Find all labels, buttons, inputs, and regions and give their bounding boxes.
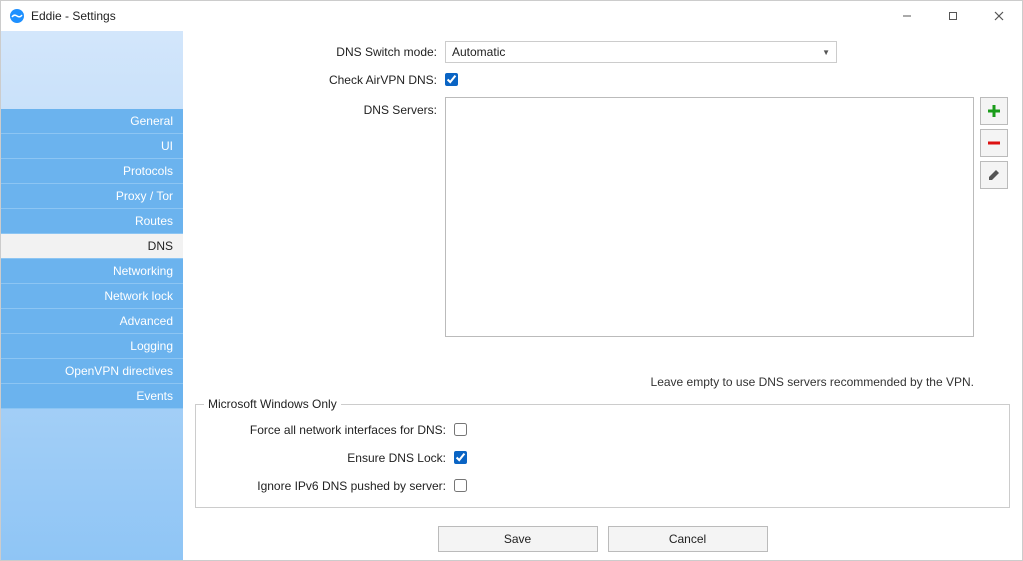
- check-airvpn-dns-checkbox[interactable]: [445, 73, 458, 86]
- row-check-airvpn-dns: Check AirVPN DNS:: [195, 69, 1010, 91]
- content-area: DNS Switch mode: Automatic ▼ Check AirVP…: [183, 31, 1022, 560]
- label-check-airvpn-dns: Check AirVPN DNS:: [195, 69, 445, 91]
- row-dns-servers: DNS Servers:: [195, 97, 1010, 365]
- sidebar-item-proxy-tor[interactable]: Proxy / Tor: [1, 184, 183, 209]
- row-dns-switch-mode: DNS Switch mode: Automatic ▼: [195, 41, 1010, 63]
- close-button[interactable]: [976, 1, 1022, 31]
- add-dns-button[interactable]: [980, 97, 1008, 125]
- chevron-down-icon: ▼: [822, 48, 830, 57]
- sidebar-item-advanced[interactable]: Advanced: [1, 309, 183, 334]
- cancel-button[interactable]: Cancel: [608, 526, 768, 552]
- row-force-all-interfaces: Force all network interfaces for DNS:: [204, 419, 1001, 441]
- edit-icon: [986, 167, 1002, 183]
- sidebar-item-network-lock[interactable]: Network lock: [1, 284, 183, 309]
- maximize-button[interactable]: [930, 1, 976, 31]
- sidebar-item-openvpn-directives[interactable]: OpenVPN directives: [1, 359, 183, 384]
- label-force-all-interfaces: Force all network interfaces for DNS:: [204, 419, 454, 441]
- dns-server-buttons: [980, 97, 1010, 189]
- minimize-button[interactable]: [884, 1, 930, 31]
- dns-form: DNS Switch mode: Automatic ▼ Check AirVP…: [195, 41, 1010, 518]
- sidebar-item-ui[interactable]: UI: [1, 134, 183, 159]
- app-icon: [9, 8, 25, 24]
- row-ignore-ipv6: Ignore IPv6 DNS pushed by server:: [204, 475, 1001, 497]
- sidebar-item-general[interactable]: General: [1, 109, 183, 134]
- button-bar: Save Cancel: [195, 518, 1010, 560]
- edit-dns-button[interactable]: [980, 161, 1008, 189]
- sidebar-item-networking[interactable]: Networking: [1, 259, 183, 284]
- dns-servers-list[interactable]: [445, 97, 974, 337]
- sidebar-item-protocols[interactable]: Protocols: [1, 159, 183, 184]
- sidebar: GeneralUIProtocolsProxy / TorRoutesDNSNe…: [1, 31, 183, 560]
- save-button[interactable]: Save: [438, 526, 598, 552]
- dns-switch-mode-value: Automatic: [452, 45, 505, 59]
- label-dns-servers: DNS Servers:: [195, 97, 445, 121]
- ensure-dns-lock-checkbox[interactable]: [454, 451, 467, 464]
- titlebar: Eddie - Settings: [1, 1, 1022, 31]
- label-ignore-ipv6: Ignore IPv6 DNS pushed by server:: [204, 475, 454, 497]
- sidebar-item-routes[interactable]: Routes: [1, 209, 183, 234]
- windows-only-legend: Microsoft Windows Only: [204, 397, 341, 411]
- sidebar-item-dns[interactable]: DNS: [1, 234, 183, 259]
- sidebar-item-events[interactable]: Events: [1, 384, 183, 409]
- remove-dns-button[interactable]: [980, 129, 1008, 157]
- remove-icon: [986, 135, 1002, 151]
- add-icon: [986, 103, 1002, 119]
- settings-window: Eddie - Settings GeneralUIProtocolsProxy…: [0, 0, 1023, 561]
- label-ensure-dns-lock: Ensure DNS Lock:: [204, 447, 454, 469]
- dns-servers-hint: Leave empty to use DNS servers recommend…: [195, 375, 974, 389]
- windows-only-group: Microsoft Windows Only Force all network…: [195, 397, 1010, 508]
- dns-switch-mode-select[interactable]: Automatic ▼: [445, 41, 837, 63]
- window-title: Eddie - Settings: [31, 9, 884, 23]
- label-dns-switch-mode: DNS Switch mode:: [195, 41, 445, 63]
- force-all-interfaces-checkbox[interactable]: [454, 423, 467, 436]
- body: GeneralUIProtocolsProxy / TorRoutesDNSNe…: [1, 31, 1022, 560]
- ignore-ipv6-checkbox[interactable]: [454, 479, 467, 492]
- sidebar-item-logging[interactable]: Logging: [1, 334, 183, 359]
- row-ensure-dns-lock: Ensure DNS Lock:: [204, 447, 1001, 469]
- window-controls: [884, 1, 1022, 31]
